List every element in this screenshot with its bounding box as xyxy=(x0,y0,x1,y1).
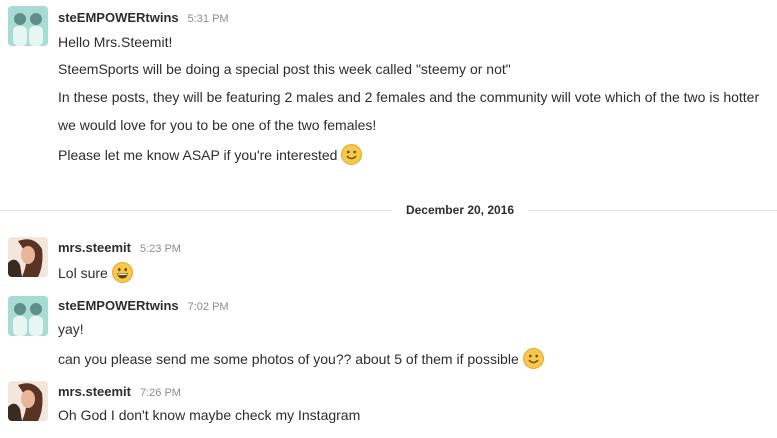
avatar[interactable] xyxy=(8,6,48,46)
timestamp[interactable]: 7:26 PM xyxy=(140,387,181,399)
slightly-smiling-face-icon xyxy=(522,348,544,369)
message-header: steEMPOWERtwins 7:02 PM xyxy=(58,297,229,315)
date-divider-label[interactable]: December 20, 2016 xyxy=(398,201,522,219)
message-text: can you please send me some photos of yo… xyxy=(58,348,544,369)
message-header: steEMPOWERtwins 5:31 PM xyxy=(58,9,229,27)
avatar[interactable] xyxy=(8,296,48,336)
message-text-content: Lol sure xyxy=(58,265,108,281)
message-header: mrs.steemit 5:23 PM xyxy=(58,239,181,257)
divider-rule xyxy=(0,210,392,211)
timestamp[interactable]: 5:31 PM xyxy=(188,13,229,25)
message-text-content: can you please send me some photos of yo… xyxy=(58,351,519,367)
message-text: Please let me know ASAP if you're intere… xyxy=(58,144,363,165)
author-name[interactable]: steEMPOWERtwins xyxy=(58,298,179,313)
author-name[interactable]: mrs.steemit xyxy=(58,240,131,255)
message-text: we would love for you to be one of the t… xyxy=(58,117,377,133)
timestamp[interactable]: 7:02 PM xyxy=(188,301,229,313)
author-name[interactable]: mrs.steemit xyxy=(58,384,131,399)
message-text: In these posts, they will be featuring 2… xyxy=(58,89,760,105)
author-name[interactable]: steEMPOWERtwins xyxy=(58,10,179,25)
message-text: Hello Mrs.Steemit! xyxy=(58,34,173,50)
avatar[interactable] xyxy=(8,237,48,277)
divider-rule xyxy=(528,210,777,211)
slightly-smiling-face-icon xyxy=(341,144,363,165)
message-text-content: Please let me know ASAP if you're intere… xyxy=(58,147,338,163)
timestamp[interactable]: 5:23 PM xyxy=(140,243,181,255)
avatar[interactable] xyxy=(8,381,48,421)
message-text: yay! xyxy=(58,321,84,337)
message-text: Oh God I don't know maybe check my Insta… xyxy=(58,407,361,423)
message-header: mrs.steemit 7:26 PM xyxy=(58,383,181,401)
chat-transcript: steEMPOWERtwins 5:31 PM Hello Mrs.Steemit… xyxy=(0,0,777,438)
message-text: SteemSports will be doing a special post… xyxy=(58,61,511,77)
grinning-face-icon xyxy=(111,262,133,283)
message-text: Lol sure xyxy=(58,262,133,283)
date-divider: December 20, 2016 xyxy=(0,201,777,219)
